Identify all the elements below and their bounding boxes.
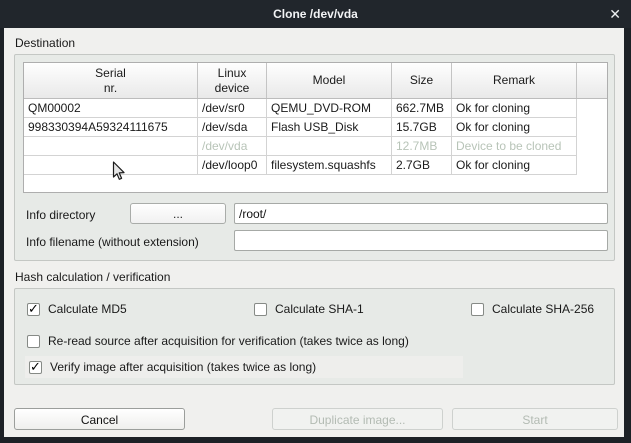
dialog-body: Destination Serial nr. Linux device Mode…	[4, 28, 624, 437]
destination-group-label: Destination	[15, 36, 75, 50]
checkbox-label: Re-read source after acquisition for ver…	[48, 334, 409, 348]
column-header-serial: Serial nr.	[24, 63, 198, 98]
table-row-sr0[interactable]: QM00002 /dev/sr0 QEMU_DVD-ROM 662.7MB Ok…	[24, 99, 577, 118]
destination-groupbox: Serial nr. Linux device Model Size Remar…	[14, 54, 615, 261]
column-header-filler	[577, 63, 607, 98]
checkbox-reread-source[interactable]: Re-read source after acquisition for ver…	[27, 333, 409, 349]
info-directory-label: Info directory	[26, 208, 95, 222]
start-button[interactable]: Start	[452, 408, 618, 430]
checkbox-label: Calculate SHA-256	[492, 302, 594, 316]
checkbox-calculate-md5[interactable]: Calculate MD5	[27, 301, 127, 317]
cell-model	[267, 137, 392, 156]
browse-directory-button[interactable]: ...	[130, 203, 226, 224]
cell-model: filesystem.squashfs	[267, 156, 392, 175]
close-icon[interactable]: ✕	[609, 0, 621, 28]
info-filename-label: Info filename (without extension)	[26, 235, 199, 249]
cell-device: /dev/sda	[198, 118, 267, 137]
table-row-loop0[interactable]: /dev/loop0 filesystem.squashfs 2.7GB Ok …	[24, 156, 577, 175]
cell-model: Flash USB_Disk	[267, 118, 392, 137]
checkbox-box	[27, 303, 40, 316]
table-row-vda-source: /dev/vda 12.7MB Device to be cloned	[24, 137, 577, 156]
hash-groupbox: Calculate MD5 Calculate SHA-1 Calculate …	[14, 288, 615, 385]
cell-serial	[24, 156, 198, 175]
cell-device: /dev/sr0	[198, 99, 267, 118]
devices-table[interactable]: Serial nr. Linux device Model Size Remar…	[23, 62, 608, 193]
duplicate-image-button[interactable]: Duplicate image...	[272, 408, 443, 430]
checkbox-calculate-sha1[interactable]: Calculate SHA-1	[254, 301, 364, 317]
checkbox-box	[29, 361, 42, 374]
checkbox-box	[254, 303, 267, 316]
checkbox-label: Calculate MD5	[48, 302, 127, 316]
checkbox-label: Calculate SHA-1	[275, 302, 364, 316]
column-header-remark: Remark	[452, 63, 577, 98]
cell-size: 2.7GB	[392, 156, 452, 175]
cell-size: 12.7MB	[392, 137, 452, 156]
cell-size: 15.7GB	[392, 118, 452, 137]
column-header-size: Size	[392, 63, 452, 98]
info-directory-input[interactable]	[234, 203, 608, 224]
cell-device: /dev/loop0	[198, 156, 267, 175]
cell-remark: Ok for cloning	[452, 118, 577, 137]
checkbox-label: Verify image after acquisition (takes tw…	[50, 360, 316, 374]
info-filename-input[interactable]	[234, 230, 608, 251]
cancel-button[interactable]: Cancel	[14, 408, 185, 430]
hash-group-label: Hash calculation / verification	[15, 270, 170, 284]
cell-remark: Ok for cloning	[452, 99, 577, 118]
checkbox-box	[27, 335, 40, 348]
cell-serial: QM00002	[24, 99, 198, 118]
cell-device: /dev/vda	[198, 137, 267, 156]
column-header-model: Model	[267, 63, 392, 98]
table-header: Serial nr. Linux device Model Size Remar…	[24, 63, 607, 99]
column-header-linux-device: Linux device	[198, 63, 267, 98]
window-title: Clone /dev/vda	[0, 0, 631, 28]
checkbox-verify-image[interactable]: Verify image after acquisition (takes tw…	[29, 359, 316, 375]
checkbox-calculate-sha256[interactable]: Calculate SHA-256	[471, 301, 594, 317]
checkbox-box	[471, 303, 484, 316]
cell-serial: 998330394A59324111675	[24, 118, 198, 137]
table-row-sda[interactable]: 998330394A59324111675 /dev/sda Flash USB…	[24, 118, 577, 137]
cell-serial	[24, 137, 198, 156]
cell-model: QEMU_DVD-ROM	[267, 99, 392, 118]
titlebar[interactable]: Clone /dev/vda ✕	[0, 0, 631, 28]
cell-size: 662.7MB	[392, 99, 452, 118]
cell-remark: Device to be cloned	[452, 137, 577, 156]
clone-dialog-window: Clone /dev/vda ✕ Destination Serial nr. …	[0, 0, 631, 443]
cell-remark: Ok for cloning	[452, 156, 577, 175]
